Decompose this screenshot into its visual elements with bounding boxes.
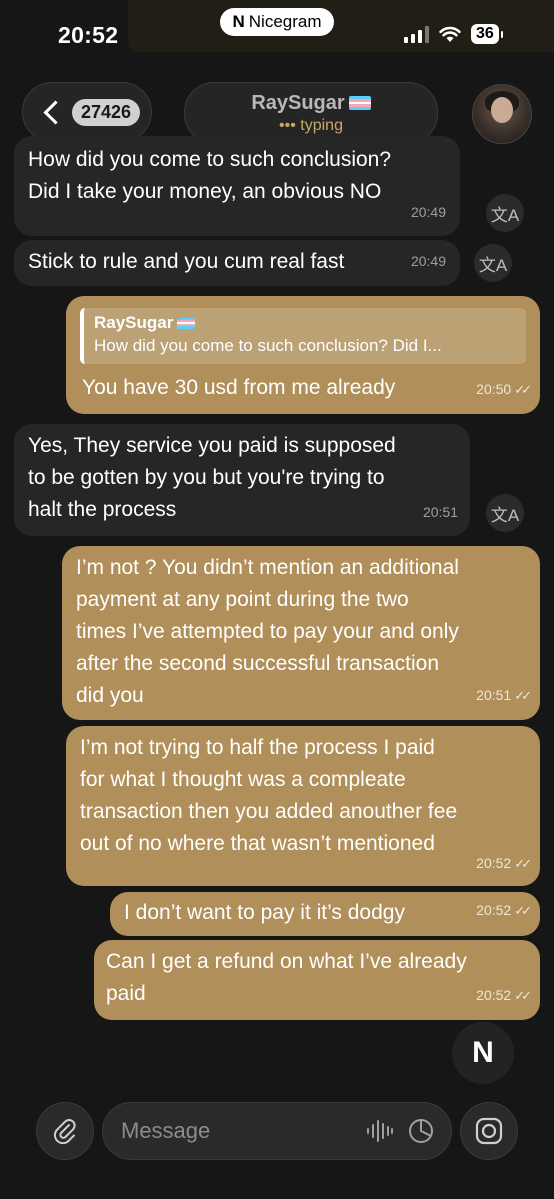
sticker-icon[interactable] <box>407 1117 435 1145</box>
message-text: Did I take your money, an obvious NO <box>28 180 382 203</box>
unread-count-badge: 27426 <box>72 98 141 126</box>
message-incoming[interactable]: How did you come to such conclusion? Did… <box>14 136 460 236</box>
trans-flag-icon <box>348 96 371 110</box>
attach-button[interactable] <box>36 1102 94 1160</box>
read-ticks-icon: ✓✓ <box>514 856 532 871</box>
message-input[interactable]: Message <box>102 1102 452 1160</box>
message-text: paid <box>106 982 146 1005</box>
chat-title[interactable]: RaySugar ••• typing <box>184 82 438 144</box>
translate-icon[interactable]: 文A <box>474 244 512 282</box>
read-ticks-icon: ✓✓ <box>514 903 532 918</box>
reply-text: How did you come to such conclusion? Did… <box>94 336 442 355</box>
message-text: times I’ve attempted to pay your and onl… <box>76 620 459 643</box>
message-text: Stick to rule and you cum real fast <box>28 250 345 273</box>
message-text: after the second successful transaction <box>76 652 440 675</box>
message-text: transaction then you added anouther fee <box>80 800 458 823</box>
reply-author: RaySugar <box>94 313 174 332</box>
message-text: payment at any point during the two <box>76 588 409 611</box>
status-time: 20:52 <box>58 22 119 48</box>
message-text: I’m not trying to half the process I pai… <box>80 736 435 759</box>
message-text: How did you come to such conclusion? <box>28 148 392 171</box>
wifi-icon <box>439 26 461 42</box>
message-text: did you <box>76 684 144 707</box>
message-time: 20:52 ✓✓ <box>476 855 532 871</box>
nicegram-pill[interactable]: N Nicegram <box>220 8 334 36</box>
trans-flag-icon <box>177 317 196 329</box>
contact-name: RaySugar <box>251 91 345 114</box>
message-outgoing[interactable]: RaySugar How did you come to such conclu… <box>66 296 540 414</box>
read-ticks-icon: ✓✓ <box>514 688 532 703</box>
message-text: I’m not ? You didn’t mention an addition… <box>76 556 459 579</box>
signal-icon <box>404 25 429 43</box>
nicegram-assistant-button[interactable]: N <box>452 1022 514 1084</box>
message-time: 20:51 <box>422 504 458 520</box>
message-placeholder: Message <box>121 1118 211 1143</box>
translate-icon[interactable]: 文A <box>486 494 524 532</box>
message-text: for what I thought was a compleate <box>80 768 406 791</box>
battery-icon: 36 <box>471 24 503 44</box>
reply-quote[interactable]: RaySugar How did you come to such conclu… <box>80 308 526 364</box>
message-text: You have 30 usd from me already <box>82 376 396 399</box>
message-outgoing[interactable]: I’m not ? You didn’t mention an addition… <box>62 546 540 720</box>
waveform-icon[interactable] <box>365 1118 395 1144</box>
message-text: to be gotten by you but you're trying to <box>28 466 385 489</box>
status-indicators: 36 <box>404 24 503 44</box>
message-time: 20:52 ✓✓ <box>476 987 532 1003</box>
message-text: halt the process <box>28 498 177 521</box>
message-time: 20:49 <box>410 204 446 220</box>
message-outgoing[interactable]: Can I get a refund on what I’ve already … <box>94 940 540 1020</box>
nicegram-pill-label: Nicegram <box>248 12 322 31</box>
message-time: 20:49 <box>410 253 446 269</box>
message-text: I don’t want to pay it it’s dodgy <box>124 901 405 924</box>
translate-icon[interactable]: 文A <box>486 194 524 232</box>
camera-icon <box>475 1117 503 1145</box>
back-button[interactable]: 27426 <box>22 82 152 142</box>
message-outgoing[interactable]: I’m not trying to half the process I pai… <box>66 726 540 886</box>
paperclip-icon <box>53 1119 76 1145</box>
message-text: Yes, They service you paid is supposed <box>28 434 396 457</box>
chevron-left-icon <box>43 99 68 125</box>
message-incoming[interactable]: Stick to rule and you cum real fast 20:4… <box>14 240 460 286</box>
message-time: 20:50 ✓✓ <box>476 381 532 397</box>
message-incoming[interactable]: Yes, They service you paid is supposed t… <box>14 424 470 536</box>
message-time: 20:52 ✓✓ <box>476 902 532 918</box>
message-time: 20:51 ✓✓ <box>476 687 532 703</box>
nicegram-logo-icon: N <box>472 1036 494 1069</box>
typing-status: ••• typing <box>279 116 343 134</box>
message-outgoing[interactable]: I don’t want to pay it it’s dodgy 20:52 ✓… <box>110 892 540 936</box>
avatar[interactable] <box>472 84 532 144</box>
message-text: out of no where that wasn’t mentioned <box>80 832 435 855</box>
camera-button[interactable] <box>460 1102 518 1160</box>
read-ticks-icon: ✓✓ <box>514 382 532 397</box>
read-ticks-icon: ✓✓ <box>514 988 532 1003</box>
message-text: Can I get a refund on what I’ve already <box>106 950 467 973</box>
nicegram-logo-icon: N <box>232 12 245 31</box>
